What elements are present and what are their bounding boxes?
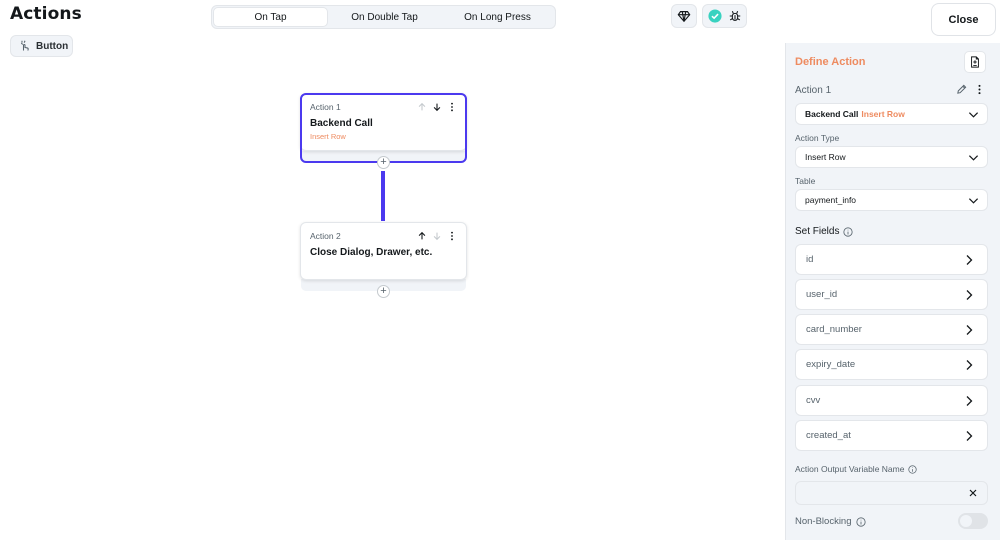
action-title: Close Dialog, Drawer, etc. [310, 247, 433, 258]
more-vert-icon[interactable] [974, 84, 985, 95]
set-fields-header: Set Fields [795, 226, 854, 237]
edit-icon[interactable] [956, 84, 967, 95]
field-name: expiry_date [806, 359, 856, 370]
close-button[interactable]: Close [931, 3, 996, 36]
field-row-user-id[interactable]: user_id [795, 279, 988, 310]
output-var-input[interactable] [795, 481, 988, 505]
card-controls [417, 231, 457, 241]
toggle-knob [960, 515, 972, 527]
action-card-1[interactable]: Action 1 Backend Call Insert Row [300, 93, 467, 163]
tab-on-double-tap[interactable]: On Double Tap [328, 7, 441, 27]
check-circle-icon[interactable] [707, 9, 722, 23]
widget-chip-label: Button [36, 40, 69, 52]
field-name: user_id [806, 289, 838, 300]
output-var-header: Action Output Variable Name [795, 464, 918, 474]
field-row-card-number[interactable]: card_number [795, 314, 988, 345]
action-type-value: Insert Row [805, 152, 846, 162]
document-add-icon [971, 56, 979, 68]
action-name: Action 1 [795, 85, 832, 96]
action-select-accent: Insert Row [861, 109, 905, 119]
action-name-controls [956, 84, 985, 95]
chevron-right-icon [966, 325, 973, 335]
info-icon[interactable] [843, 226, 854, 237]
non-blocking-header: Non-Blocking [795, 516, 866, 527]
field-name: id [806, 254, 814, 265]
non-blocking-label: Non-Blocking [795, 516, 852, 527]
info-icon[interactable] [908, 464, 918, 474]
chevron-right-icon [966, 255, 973, 265]
chevron-right-icon [966, 360, 973, 370]
clear-icon[interactable] [968, 488, 978, 498]
tab-on-tap[interactable]: On Tap [213, 7, 328, 27]
ai-agent-button[interactable] [671, 4, 697, 28]
chevron-right-icon [966, 431, 973, 441]
action-select[interactable]: Backend Call Insert Row [795, 103, 988, 125]
chevron-down-icon [968, 198, 979, 204]
trigger-tabs: On Tap On Double Tap On Long Press [211, 5, 556, 29]
table-label: Table [795, 176, 816, 186]
field-row-created-at[interactable]: created_at [795, 420, 988, 451]
non-blocking-toggle[interactable] [958, 513, 988, 529]
field-name: created_at [806, 430, 851, 441]
field-name: cvv [806, 395, 821, 406]
action-type-select[interactable]: Insert Row [795, 146, 988, 168]
page-title: Actions [10, 4, 82, 24]
chevron-down-icon [968, 155, 979, 161]
arrow-up-icon[interactable] [417, 231, 427, 241]
tab-on-long-press[interactable]: On Long Press [441, 7, 554, 27]
arrow-down-icon[interactable] [432, 231, 442, 241]
add-action-button[interactable]: + [377, 156, 390, 169]
output-var-label: Action Output Variable Name [795, 464, 905, 474]
docs-button[interactable] [964, 51, 986, 73]
actions-editor: Actions Button On Tap On Double Tap On L… [0, 0, 1000, 540]
bug-icon[interactable] [728, 9, 742, 23]
diamond-sparkle-icon [677, 11, 691, 23]
panel-title: Define Action [795, 56, 866, 68]
action-card-body[interactable]: Action 2 Close Dialog, Drawer, etc. [300, 222, 467, 280]
action-card-2[interactable]: Action 2 Close Dialog, Drawer, etc. [300, 222, 467, 291]
info-icon[interactable] [855, 516, 866, 527]
table-value: payment_info [805, 195, 857, 205]
chevron-right-icon [966, 396, 973, 406]
table-select[interactable]: payment_info [795, 189, 988, 211]
selection-outline [300, 93, 467, 163]
widget-chip[interactable]: Button [10, 35, 73, 57]
field-row-cvv[interactable]: cvv [795, 385, 988, 416]
validation-debug-group[interactable] [702, 4, 747, 28]
set-fields-label: Set Fields [795, 226, 840, 237]
chevron-right-icon [966, 290, 973, 300]
define-action-panel: Define Action Action 1 Backend Call Inse… [785, 43, 1000, 540]
more-vert-icon[interactable] [447, 231, 457, 241]
add-action-button[interactable]: + [377, 285, 390, 298]
field-name: card_number [806, 324, 862, 335]
flow-connector [381, 171, 385, 221]
chevron-down-icon [968, 112, 979, 118]
action-type-label: Action Type [795, 133, 840, 143]
field-row-expiry-date[interactable]: expiry_date [795, 349, 988, 380]
tap-gesture-icon [20, 40, 29, 51]
field-row-id[interactable]: id [795, 244, 988, 275]
action-select-main: Backend Call [805, 109, 859, 119]
